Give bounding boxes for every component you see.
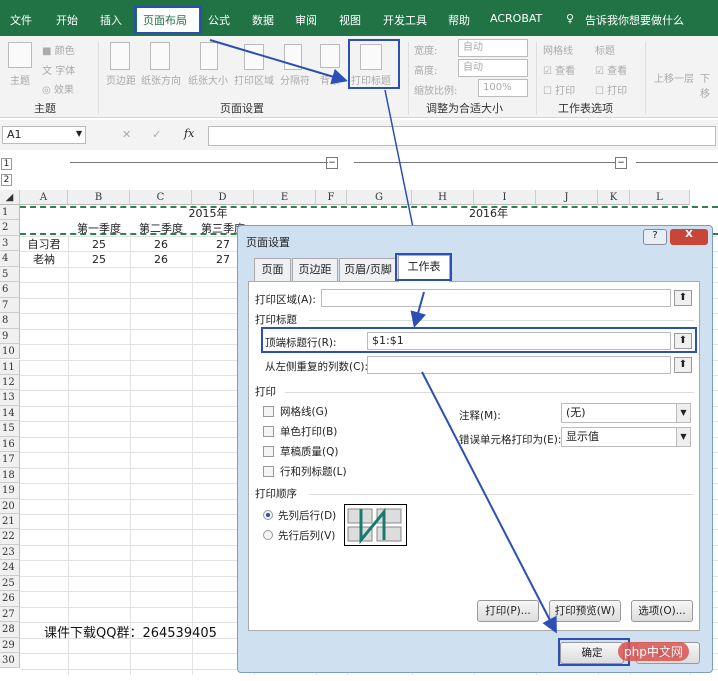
options-button[interactable]: 选项(O)... xyxy=(631,600,693,622)
draft-quality-checkbox[interactable] xyxy=(263,446,274,457)
print-titles-section: 打印标题 xyxy=(255,314,297,326)
print-area-input[interactable] xyxy=(321,289,671,307)
arrow xyxy=(209,39,348,85)
print-area-label: 打印区域(A): xyxy=(255,294,316,306)
highlight-box xyxy=(261,327,697,353)
cell-errors-select[interactable]: 显示值 ▼ xyxy=(561,427,691,447)
gridlines-checkbox[interactable] xyxy=(263,406,274,417)
columns-to-repeat-label: 从左侧重复的列数(C): xyxy=(265,361,369,373)
tab-header-footer[interactable]: 页眉/页脚 xyxy=(339,258,397,282)
gridlines-label: 网格线(G) xyxy=(280,406,328,418)
columns-to-repeat-input[interactable] xyxy=(367,356,671,374)
chevron-down-icon: ▼ xyxy=(676,404,690,422)
divider xyxy=(309,320,694,321)
help-button[interactable]: ? xyxy=(643,229,667,245)
divider xyxy=(309,494,694,495)
print-preview-button[interactable]: 打印预览(W) xyxy=(549,600,621,622)
tab-page[interactable]: 页面 xyxy=(254,258,291,282)
divider xyxy=(285,392,694,393)
comments-value: (无) xyxy=(566,406,586,419)
chevron-down-icon: ▼ xyxy=(676,428,690,446)
black-white-label: 单色打印(B) xyxy=(280,426,338,438)
watermark: php中文网 xyxy=(618,642,689,661)
cell-errors-value: 显示值 xyxy=(566,430,599,443)
black-white-checkbox[interactable] xyxy=(263,426,274,437)
tab-margins[interactable]: 页边距 xyxy=(292,258,338,282)
page-setup-dialog: 页面设置 ? X 页面 页边距 页眉/页脚 工作表 打印区域(A): ⬆ 打印标… xyxy=(237,225,713,673)
page-order-section: 打印顺序 xyxy=(255,488,297,500)
row-col-headings-label: 行和列标题(L) xyxy=(280,466,347,478)
comments-label: 注释(M): xyxy=(459,410,501,422)
close-button[interactable]: X xyxy=(670,229,708,245)
cell-errors-label: 错误单元格打印为(E): xyxy=(459,434,562,446)
collapse-dialog-icon[interactable]: ⬆ xyxy=(674,357,692,373)
print-section: 打印 xyxy=(255,386,276,398)
down-then-over-radio[interactable] xyxy=(263,510,273,520)
highlight-box xyxy=(395,253,452,281)
dialog-title: 页面设置 xyxy=(246,236,290,249)
over-then-down-radio[interactable] xyxy=(263,530,273,540)
down-then-over-label: 先列后行(D) xyxy=(278,510,337,522)
over-then-down-label: 先行后列(V) xyxy=(278,530,336,542)
print-button[interactable]: 打印(P)... xyxy=(477,600,539,622)
collapse-dialog-icon[interactable]: ⬆ xyxy=(674,290,692,306)
row-col-headings-checkbox[interactable] xyxy=(263,466,274,477)
comments-select[interactable]: (无) ▼ xyxy=(561,403,691,423)
draft-quality-label: 草稿质量(Q) xyxy=(280,446,339,458)
page-order-preview-icon xyxy=(344,504,407,546)
sheet-tab-panel: 打印区域(A): ⬆ 打印标题 顶端标题行(R): $1:$1 ⬆ 从左侧重复的… xyxy=(248,281,700,631)
